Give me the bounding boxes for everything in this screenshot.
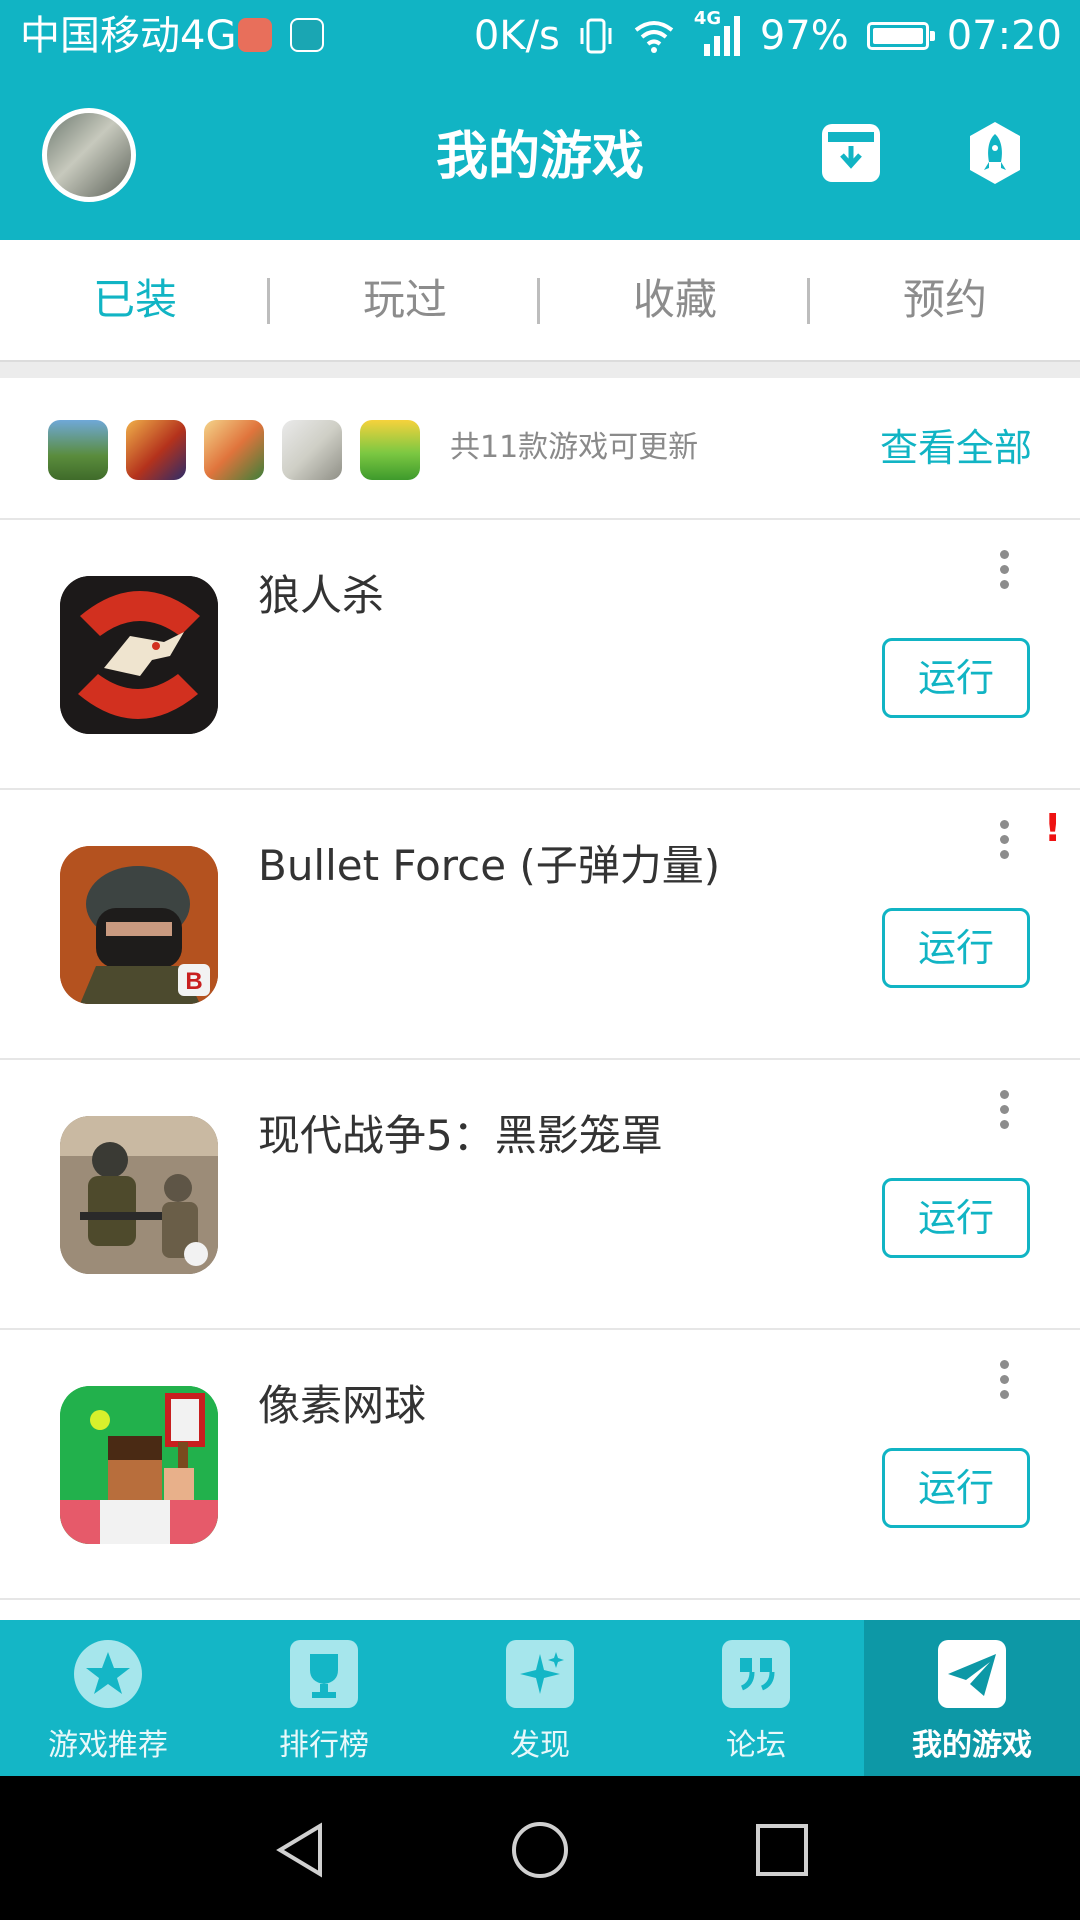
more-options-button[interactable] — [996, 550, 1012, 606]
tab-favorites[interactable]: 收藏 — [540, 240, 810, 360]
more-options-button[interactable] — [996, 820, 1012, 876]
update-game-thumbnail — [126, 420, 186, 480]
page-title: 我的游戏 — [435, 127, 644, 187]
nav-label: 我的游戏 — [912, 1728, 1032, 1763]
game-row[interactable]: 狼人杀 运行 — [0, 520, 1080, 790]
nav-label: 发现 — [510, 1728, 570, 1763]
notification-app-icon — [238, 18, 272, 52]
quote-icon — [722, 1640, 790, 1708]
game-icon-bullet-force: B — [60, 846, 218, 1004]
run-button[interactable]: 运行 — [882, 1178, 1030, 1258]
wifi-icon — [634, 21, 674, 53]
battery-percent: 97% — [759, 13, 849, 59]
update-game-thumbnail — [282, 420, 342, 480]
update-alert-badge: ! — [1044, 806, 1062, 850]
view-all-link[interactable]: 查看全部 — [880, 378, 1032, 518]
paper-plane-icon — [938, 1640, 1006, 1708]
bottom-nav: 游戏推荐 排行榜 发现 论坛 我的游戏 — [0, 1620, 1080, 1776]
run-button[interactable]: 运行 — [882, 908, 1030, 988]
recents-icon[interactable] — [754, 1822, 810, 1878]
signal-icon — [703, 16, 740, 56]
trophy-icon — [290, 1640, 358, 1708]
soldier-portrait-icon: B — [60, 846, 218, 1004]
download-manager-button[interactable] — [822, 124, 880, 182]
update-count-text: 共11款游戏可更新 — [450, 430, 699, 465]
pixel-tennis-player-icon — [60, 1386, 218, 1544]
rocket-button[interactable] — [966, 120, 1024, 186]
game-icon-modern-combat-5 — [60, 1116, 218, 1274]
nav-game-recommend[interactable]: 游戏推荐 — [0, 1620, 216, 1776]
svg-text:B: B — [185, 968, 202, 995]
vibrate-icon — [580, 18, 612, 54]
werewolf-logo-icon — [60, 576, 218, 734]
more-options-button[interactable] — [996, 1090, 1012, 1146]
rocket-icon — [970, 122, 1020, 184]
back-icon[interactable] — [272, 1820, 328, 1880]
more-options-button[interactable] — [996, 1360, 1012, 1416]
download-box-icon — [828, 132, 874, 169]
nav-label: 排行榜 — [279, 1728, 369, 1763]
home-icon[interactable] — [510, 1820, 570, 1880]
update-game-thumbnail — [360, 420, 420, 480]
nav-forum[interactable]: 论坛 — [648, 1620, 864, 1776]
game-name: Bullet Force (子弹力量) — [258, 841, 721, 890]
game-row[interactable]: 像素网球 运行 — [0, 1330, 1080, 1600]
nav-label: 游戏推荐 — [48, 1728, 168, 1763]
section-gap — [0, 362, 1080, 378]
app-header: 我的游戏 — [0, 74, 1080, 240]
game-name: 像素网球 — [258, 1381, 427, 1430]
tab-bar: 已装 玩过 收藏 预约 — [0, 240, 1080, 362]
update-game-thumbnail — [48, 420, 108, 480]
nav-rankings[interactable]: 排行榜 — [216, 1620, 432, 1776]
status-bar: 中国移动4G 0K/s 4G 97% 07:20 — [0, 0, 1080, 74]
game-row[interactable]: B Bullet Force (子弹力量) ! 运行 — [0, 790, 1080, 1060]
nav-my-games[interactable]: 我的游戏 — [864, 1620, 1080, 1776]
game-icon-werewolf — [60, 576, 218, 734]
system-nav-bar — [0, 1776, 1080, 1920]
tab-played[interactable]: 玩过 — [270, 240, 540, 360]
soldiers-scene-icon — [60, 1116, 218, 1274]
battery-icon — [866, 22, 935, 50]
update-game-thumbnail — [204, 420, 264, 480]
run-button[interactable]: 运行 — [882, 1448, 1030, 1528]
star-icon — [74, 1640, 142, 1708]
signal-group: 4G — [694, 8, 742, 58]
game-row[interactable]: 现代战争5：黑影笼罩 运行 — [0, 1060, 1080, 1330]
update-banner[interactable]: 共11款游戏可更新 查看全部 — [0, 378, 1080, 520]
clock: 07:20 — [946, 13, 1062, 59]
taptap-notification-icon — [290, 18, 324, 52]
net-speed: 0K/s — [473, 13, 560, 59]
tab-installed[interactable]: 已装 — [0, 240, 270, 360]
game-name: 狼人杀 — [258, 571, 385, 620]
nav-discover[interactable]: 发现 — [432, 1620, 648, 1776]
carrier-label: 中国移动4G — [20, 13, 237, 59]
game-name: 现代战争5：黑影笼罩 — [258, 1111, 663, 1160]
run-button[interactable]: 运行 — [882, 638, 1030, 718]
tab-reserved[interactable]: 预约 — [810, 240, 1080, 360]
game-icon-pixel-tennis — [60, 1386, 218, 1544]
sparkle-icon — [506, 1640, 574, 1708]
nav-label: 论坛 — [726, 1728, 786, 1763]
avatar[interactable] — [42, 108, 136, 202]
